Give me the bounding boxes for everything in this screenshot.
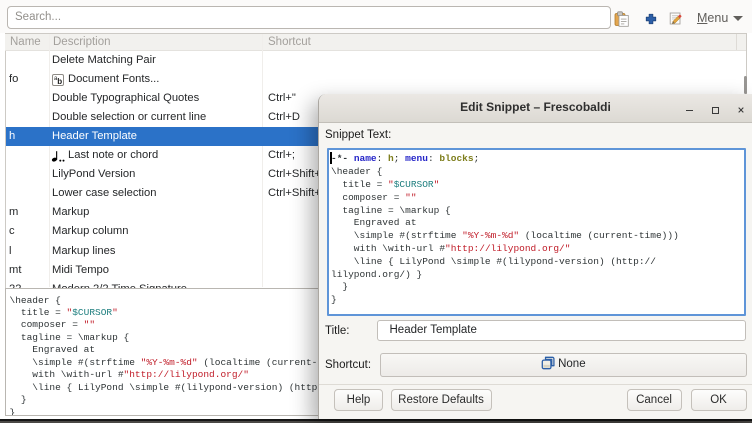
svg-text:b: b	[57, 76, 62, 85]
